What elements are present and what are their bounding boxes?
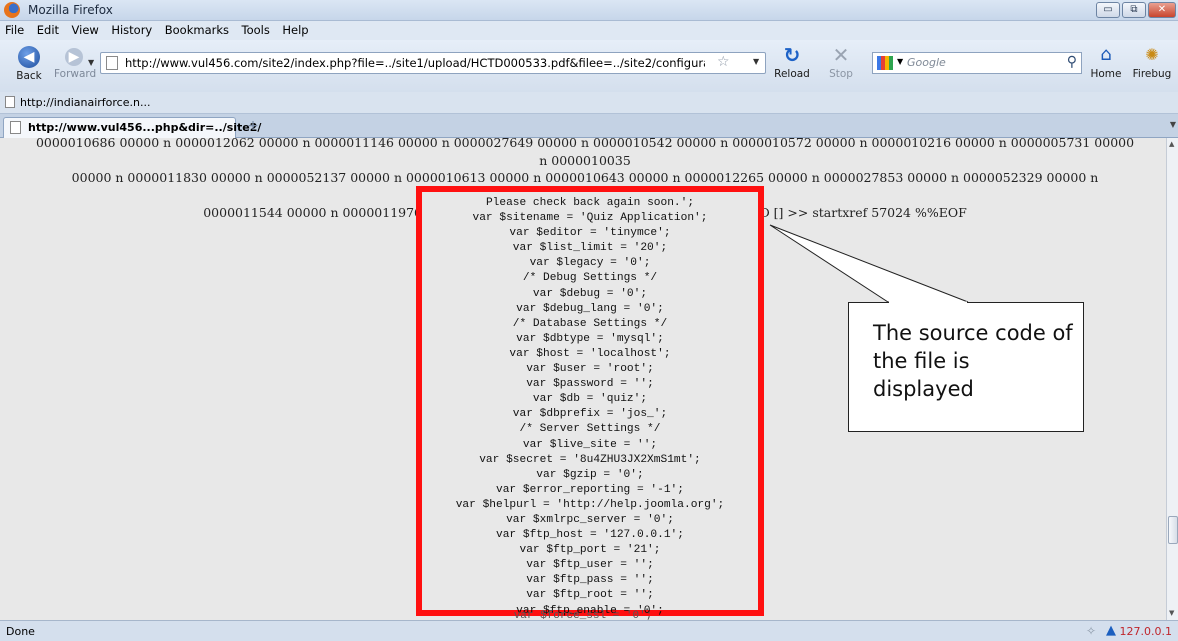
search-bar[interactable]: ▼ Google ⚲	[872, 52, 1082, 74]
scroll-up-icon[interactable]: ▲	[1169, 140, 1174, 148]
home-label: Home	[1090, 68, 1122, 80]
tab-active[interactable]: http://www.vul456...php&dir=../site2/	[3, 117, 261, 138]
scroll-thumb[interactable]	[1168, 516, 1178, 544]
callout-text: The source code of the file is displayed	[873, 321, 1073, 401]
menu-file[interactable]: File	[0, 21, 28, 37]
stop-label: Stop	[829, 68, 853, 80]
status-text: Done	[6, 625, 35, 638]
tab-bar: http://www.vul456...php&dir=../site2/ + …	[0, 114, 1178, 138]
search-icon[interactable]: ⚲	[1067, 54, 1077, 70]
vertical-scrollbar[interactable]: ▲ ▼	[1166, 138, 1178, 620]
menu-view[interactable]: View	[67, 21, 103, 37]
firebug-label: Firebug	[1132, 68, 1172, 80]
home-icon: ⌂	[1100, 44, 1112, 65]
google-engine-icon[interactable]	[877, 56, 893, 70]
url-dropdown-icon[interactable]: ▼	[753, 57, 759, 66]
menu-bookmarks[interactable]: Bookmarks	[160, 21, 233, 37]
config-source-code: Please check back again soon.'; var $sit…	[455, 197, 725, 617]
status-ip: 127.0.0.1	[1119, 625, 1172, 638]
navigation-toolbar: ◀ Back ▶ Forward ▼ http://www.vul456.com…	[0, 40, 1178, 92]
home-button[interactable]: ⌂ Home	[1090, 44, 1122, 80]
status-bar: Done ✧ ▲ 127.0.0.1	[0, 620, 1178, 641]
bookmarks-toolbar: http://indianairforce.n...	[0, 92, 1178, 114]
stop-button[interactable]: ✕ Stop	[826, 44, 856, 80]
tab-list-dropdown-icon[interactable]: ▼	[1170, 120, 1176, 129]
history-dropdown-icon[interactable]: ▼	[88, 58, 94, 67]
page-icon	[10, 121, 21, 134]
back-arrow-icon: ◀	[18, 46, 40, 68]
stop-icon: ✕	[832, 43, 850, 67]
window-title: Mozilla Firefox	[28, 3, 113, 17]
new-tab-button[interactable]: +	[244, 117, 262, 135]
pdf-line: 0000010686 00000 n 0000012062 00000 n 00…	[35, 138, 1135, 168]
highlighted-source-box: Please check back again soon.'; var $sit…	[416, 186, 764, 617]
minimize-button[interactable]: ▭	[1096, 2, 1120, 18]
firebug-button[interactable]: ✺ Firebug	[1130, 44, 1174, 80]
firebug-icon: ✺	[1145, 45, 1159, 64]
firefox-logo-icon	[4, 2, 20, 18]
callout-box: The source code of the file is displayed	[848, 302, 1084, 432]
back-label: Back	[16, 70, 42, 82]
menu-bar: File Edit View History Bookmarks Tools H…	[0, 21, 1178, 40]
forward-label: Forward	[54, 68, 97, 80]
bookmark-label: http://indianairforce.n...	[20, 96, 151, 109]
reload-button[interactable]: ↻ Reload	[774, 44, 810, 80]
reload-label: Reload	[774, 68, 810, 80]
tab-title: http://www.vul456...php&dir=../site2/	[28, 121, 262, 134]
page-icon	[106, 56, 118, 70]
menu-history[interactable]: History	[106, 21, 156, 37]
search-engine-dropdown-icon[interactable]: ▼	[897, 57, 903, 66]
menu-edit[interactable]: Edit	[32, 21, 63, 37]
search-placeholder[interactable]: Google	[907, 56, 946, 69]
address-bar[interactable]: http://www.vul456.com/site2/index.php?fi…	[100, 52, 766, 74]
scroll-down-icon[interactable]: ▼	[1169, 609, 1174, 617]
code-cutoff-line: var $force_ssl = '0';	[513, 610, 653, 620]
restore-button[interactable]: ⧉	[1122, 2, 1146, 18]
reload-icon: ↻	[783, 43, 801, 67]
menu-help[interactable]: Help	[277, 21, 312, 37]
close-button[interactable]: ✕	[1148, 2, 1176, 18]
back-button[interactable]: ◀ Back	[14, 46, 44, 82]
url-text[interactable]: http://www.vul456.com/site2/index.php?fi…	[125, 56, 705, 70]
window-title-bar: Mozilla Firefox ▭ ⧉ ✕	[0, 0, 1178, 21]
addon-status-icon[interactable]: ✧	[1086, 624, 1096, 638]
page-icon	[5, 96, 15, 108]
menu-tools[interactable]: Tools	[237, 21, 274, 37]
network-status-icon[interactable]: ▲	[1106, 623, 1116, 638]
forward-arrow-icon: ▶	[65, 48, 83, 66]
bookmark-star-icon[interactable]: ☆	[717, 54, 730, 70]
bookmark-item[interactable]: http://indianairforce.n...	[5, 96, 150, 109]
